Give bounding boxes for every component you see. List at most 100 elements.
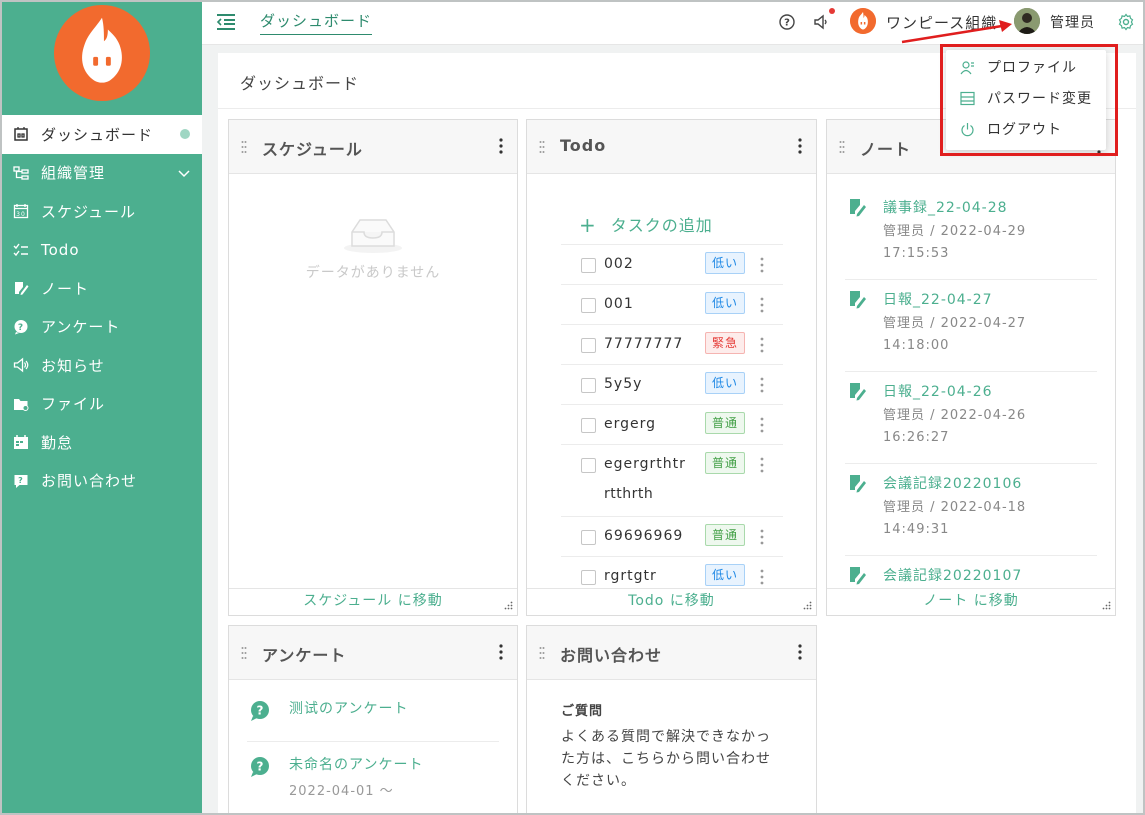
- more-vertical-icon[interactable]: [760, 569, 764, 585]
- note-item[interactable]: 議事録_22-04-28 管理员 / 2022-04-29 17:15:53: [845, 188, 1097, 280]
- survey-item[interactable]: ? 测试のアンケート: [247, 696, 499, 742]
- contact-description: よくある質問で解決できなかった方は、こちらから問い合わせください。: [561, 729, 771, 789]
- svg-text:?: ?: [257, 704, 264, 718]
- note-title[interactable]: 会議記録20220107: [883, 565, 1022, 585]
- note-item[interactable]: 日報_22-04-27 管理员 / 2022-04-27 14:18:00: [845, 280, 1097, 372]
- sidebar-item-dashboard[interactable]: ダッシュボード: [2, 115, 202, 154]
- priority-badge: 普通: [705, 524, 746, 546]
- more-vertical-icon[interactable]: [760, 417, 764, 433]
- drag-handle-icon[interactable]: [539, 140, 545, 154]
- more-vertical-icon[interactable]: [760, 457, 764, 473]
- help-icon[interactable]: ?: [778, 13, 796, 31]
- note-title[interactable]: 議事録_22-04-28: [883, 197, 1008, 217]
- dashboard-icon: [13, 126, 29, 142]
- inquiry-icon: ?: [13, 473, 29, 489]
- todo-checkbox[interactable]: [581, 258, 596, 273]
- resize-handle-icon[interactable]: [503, 601, 513, 611]
- gear-icon[interactable]: [1117, 13, 1135, 31]
- more-vertical-icon[interactable]: [499, 644, 503, 660]
- sidebar-item-label: お問い合わせ: [41, 472, 138, 491]
- more-vertical-icon[interactable]: [798, 644, 802, 660]
- sidebar-item-label: お知らせ: [41, 356, 105, 375]
- todo-checkbox[interactable]: [581, 530, 596, 545]
- note-item[interactable]: 日報_22-04-26 管理员 / 2022-04-26 16:26:27: [845, 372, 1097, 464]
- app-logo[interactable]: [53, 4, 151, 102]
- checklist-icon: [13, 242, 29, 258]
- note-title[interactable]: 会議記録20220106: [883, 473, 1022, 493]
- todo-row: egergrthtr rtthrth 普通: [561, 444, 783, 516]
- note-list: 議事録_22-04-28 管理员 / 2022-04-29 17:15:53 日…: [845, 188, 1097, 615]
- note-title[interactable]: 日報_22-04-27: [883, 289, 993, 309]
- priority-badge: 普通: [705, 452, 746, 474]
- empty-text: データがありません: [305, 265, 441, 281]
- menu-item-profile[interactable]: プロファイル: [946, 52, 1106, 82]
- menu-item-change-password[interactable]: パスワード変更: [946, 83, 1106, 113]
- survey-title[interactable]: 未命名のアンケート: [289, 754, 517, 774]
- org-name[interactable]: ワンピース組織: [886, 12, 997, 33]
- resize-handle-icon[interactable]: [1101, 601, 1111, 611]
- todo-checkbox[interactable]: [581, 338, 596, 353]
- survey-list: ? 测试のアンケート ? 未命名のアンケート 2022-04-01 〜: [247, 696, 499, 799]
- plus-icon: +: [579, 213, 597, 237]
- todo-row: ergerg 普通: [561, 404, 783, 444]
- user-dropdown-menu: プロファイル パスワード変更 ログアウト: [946, 50, 1106, 150]
- note-more-link[interactable]: ノート に移動: [827, 588, 1115, 615]
- drag-handle-icon[interactable]: [839, 140, 845, 154]
- sidebar-item-survey[interactable]: ? アンケート: [2, 308, 202, 347]
- drag-handle-icon[interactable]: [539, 646, 545, 660]
- notification-megaphone-icon[interactable]: [813, 13, 831, 31]
- todo-more-link[interactable]: Todo に移動: [527, 588, 816, 615]
- svg-text:30: 30: [16, 211, 26, 218]
- todo-checkbox[interactable]: [581, 378, 596, 393]
- svg-text:?: ?: [18, 476, 24, 485]
- more-vertical-icon[interactable]: [798, 138, 802, 154]
- sidebar-item-notice[interactable]: お知らせ: [2, 346, 202, 385]
- more-vertical-icon[interactable]: [760, 529, 764, 545]
- drag-handle-icon[interactable]: [241, 140, 247, 154]
- survey-icon: ?: [251, 757, 269, 777]
- org-avatar[interactable]: [850, 8, 876, 34]
- sidebar-item-file[interactable]: ファイル: [2, 385, 202, 424]
- note-item[interactable]: 会議記録20220106 管理员 / 2022-04-18 14:49:31: [845, 464, 1097, 556]
- menu-item-logout[interactable]: ログアウト: [946, 114, 1106, 144]
- todo-checkbox[interactable]: [581, 298, 596, 313]
- todo-checkbox[interactable]: [581, 418, 596, 433]
- breadcrumb[interactable]: ダッシュボード: [260, 10, 373, 35]
- sidebar-item-note[interactable]: ノート: [2, 269, 202, 308]
- password-icon: [960, 91, 975, 106]
- add-task-button[interactable]: + タスクの追加: [579, 212, 713, 237]
- resize-handle-icon[interactable]: [802, 601, 812, 611]
- more-vertical-icon[interactable]: [760, 337, 764, 353]
- sidebar-item-schedule[interactable]: 30 スケジュール: [2, 192, 202, 231]
- priority-badge: 緊急: [705, 332, 746, 354]
- survey-item[interactable]: ? 未命名のアンケート 2022-04-01 〜: [247, 742, 499, 799]
- note-title[interactable]: 日報_22-04-26: [883, 381, 993, 401]
- todo-list: 002 低い 001 低い 77777777 緊急 5y5y 低い ergerg…: [561, 244, 783, 596]
- todo-text: ergerg: [604, 416, 657, 432]
- schedule-more-link[interactable]: スケジュール に移動: [229, 588, 517, 615]
- menu-item-label: ログアウト: [987, 122, 1062, 138]
- sidebar-item-org[interactable]: 組織管理: [2, 154, 202, 193]
- sidebar-item-attendance[interactable]: 勤怠: [2, 423, 202, 462]
- more-vertical-icon[interactable]: [760, 297, 764, 313]
- sidebar-item-label: Todo: [41, 240, 80, 259]
- user-avatar[interactable]: [1014, 8, 1040, 34]
- add-task-label: タスクの追加: [610, 216, 713, 235]
- drag-handle-icon[interactable]: [241, 646, 247, 660]
- user-name[interactable]: 管理员: [1050, 12, 1095, 32]
- more-vertical-icon[interactable]: [760, 377, 764, 393]
- todo-checkbox[interactable]: [581, 458, 596, 473]
- menu-collapse-icon[interactable]: [216, 13, 236, 31]
- sidebar-item-inquiry[interactable]: ? お問い合わせ: [2, 462, 202, 501]
- todo-checkbox[interactable]: [581, 570, 596, 585]
- survey-icon: ?: [251, 701, 269, 721]
- sidebar-item-todo[interactable]: Todo: [2, 231, 202, 270]
- survey-title[interactable]: 测试のアンケート: [289, 698, 517, 718]
- todo-text: 69696969: [604, 528, 684, 544]
- more-vertical-icon[interactable]: [499, 138, 503, 154]
- more-vertical-icon[interactable]: [760, 257, 764, 273]
- footer-label: スケジュール に移動: [303, 593, 443, 609]
- note-edit-icon: [850, 383, 866, 401]
- todo-row: 002 低い: [561, 244, 783, 284]
- svg-text:?: ?: [18, 323, 24, 333]
